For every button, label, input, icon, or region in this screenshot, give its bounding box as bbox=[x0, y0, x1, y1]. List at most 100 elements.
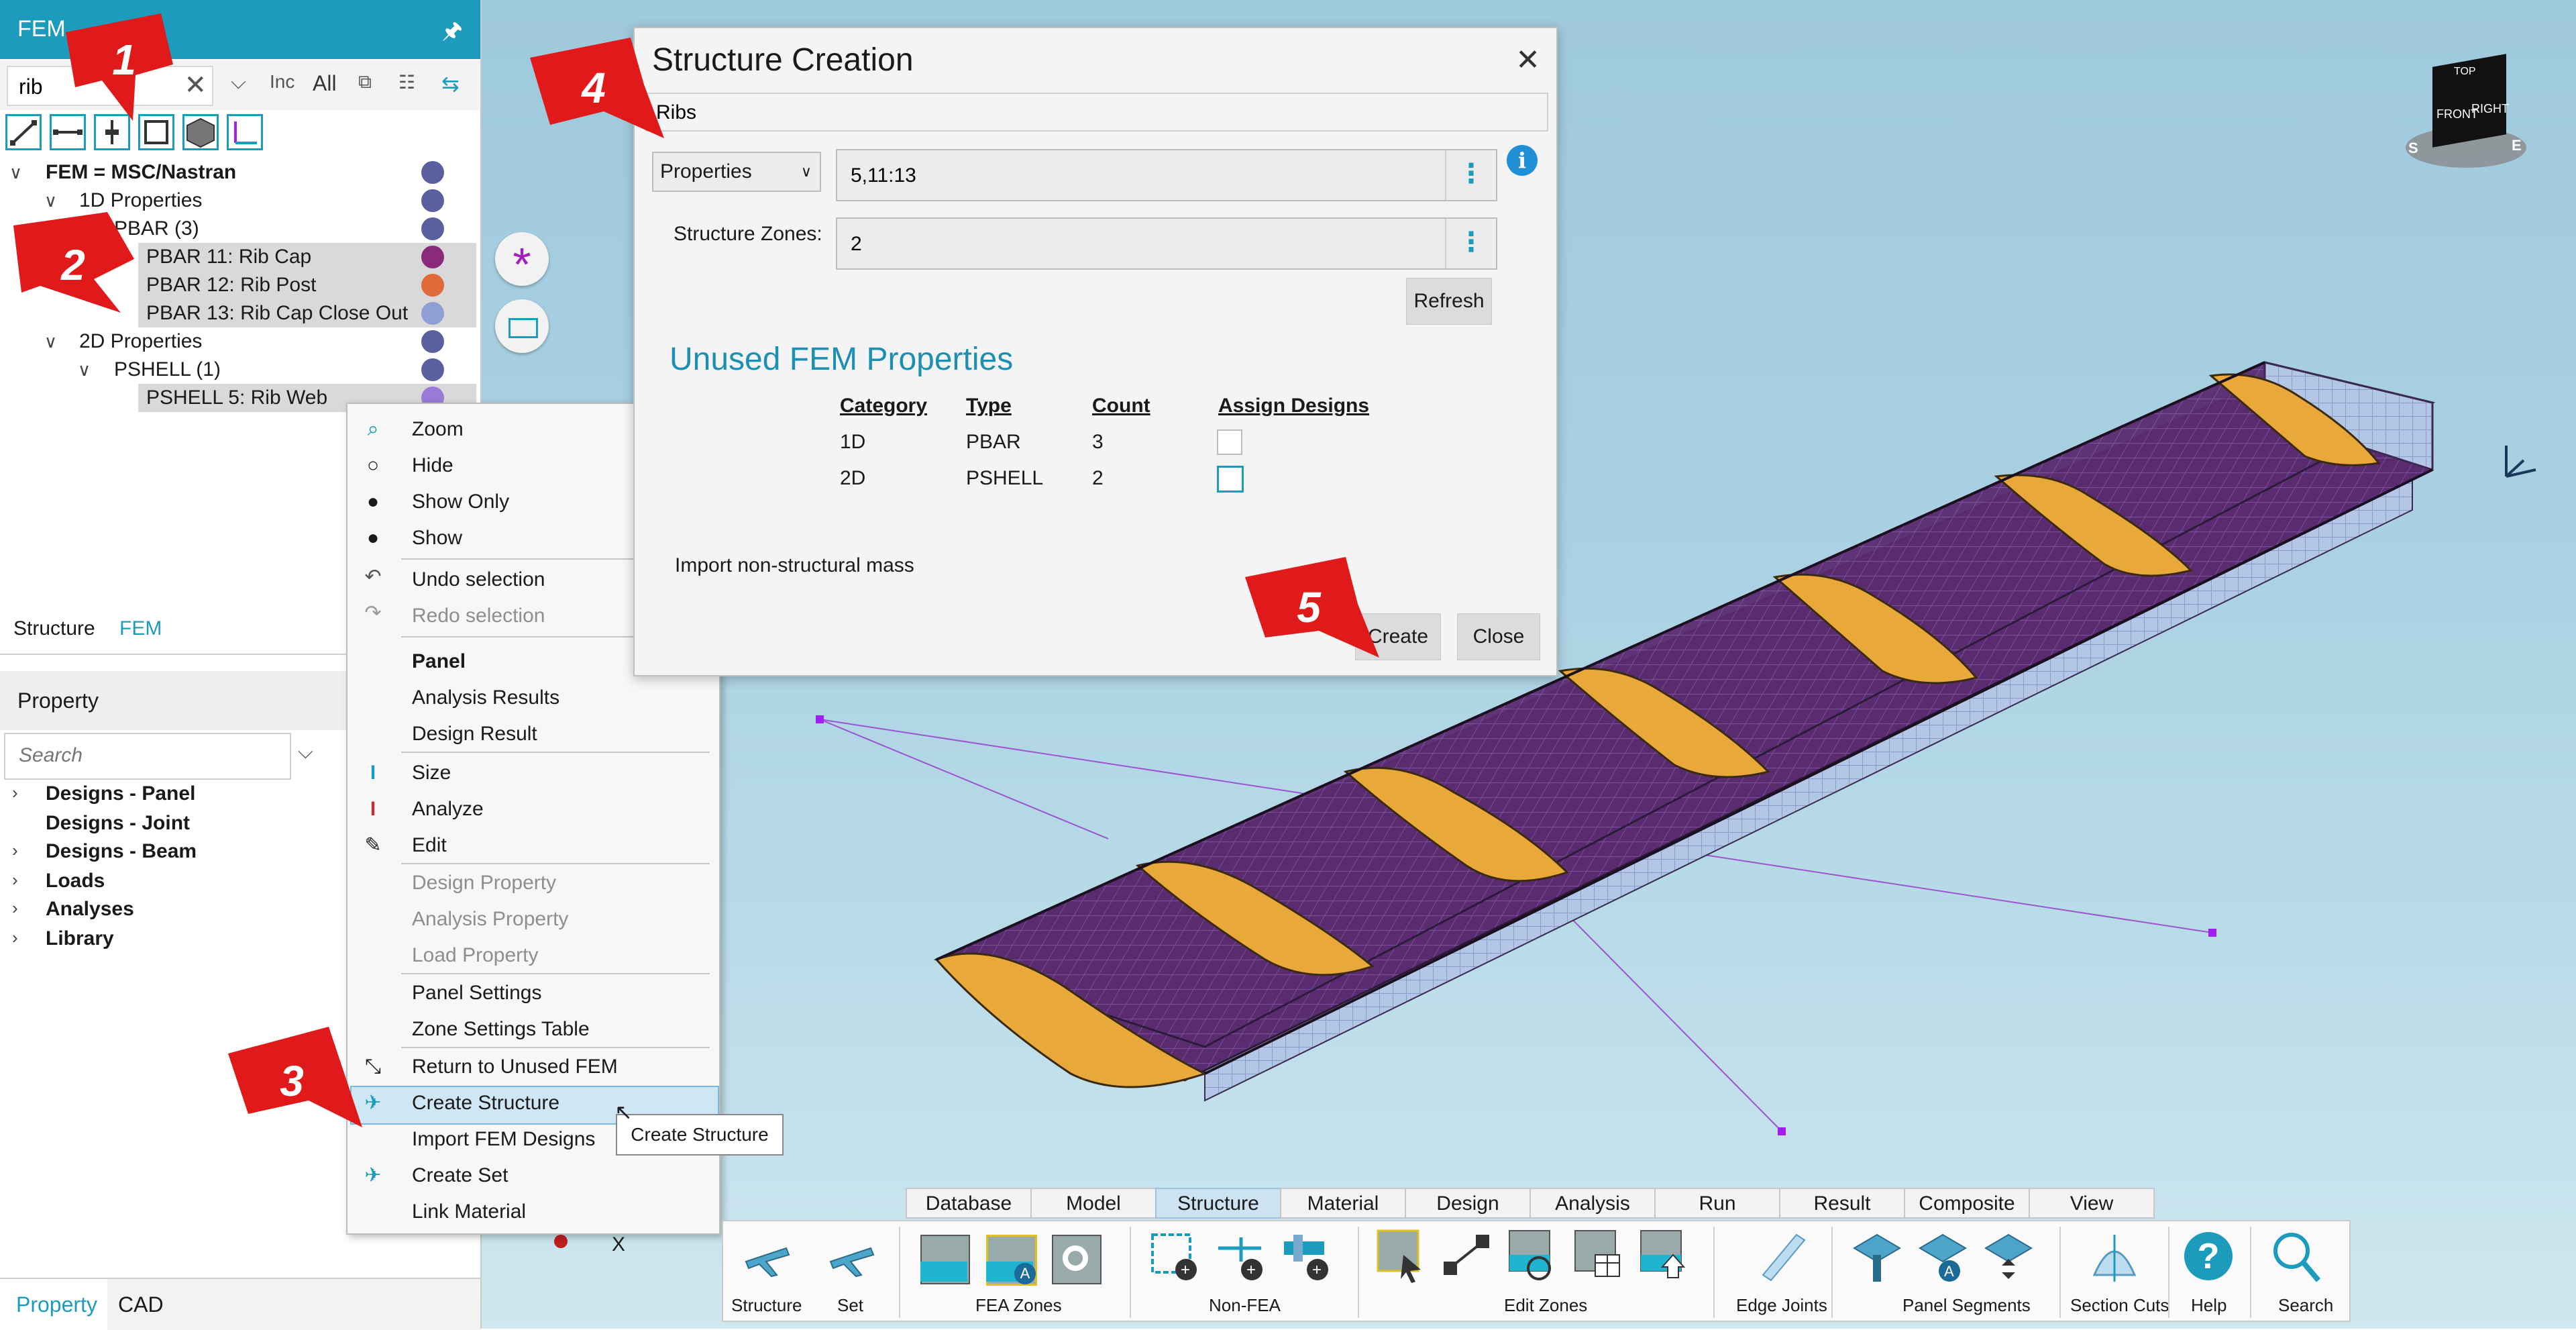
tree-row-pbar-11[interactable]: PBAR 11: Rib Cap bbox=[138, 243, 476, 271]
chevron-right-icon[interactable]: › bbox=[12, 840, 18, 861]
menu-item-zone-settings-table[interactable]: Zone Settings Table bbox=[412, 1013, 590, 1045]
menu-item-create-structure[interactable]: Create Structure bbox=[412, 1087, 559, 1119]
assign-designs-checkbox-2d[interactable] bbox=[1217, 466, 1244, 493]
panel-segment-split-icon[interactable] bbox=[1982, 1228, 2035, 1286]
edge-joints-icon[interactable] bbox=[1756, 1228, 1810, 1286]
tree-analyses[interactable]: Analyses bbox=[46, 898, 134, 921]
menu-item-design-result[interactable]: Design Result bbox=[412, 718, 537, 750]
ribbon-tab-structure[interactable]: Structure bbox=[1155, 1188, 1281, 1219]
asterisk-tool-button[interactable]: * bbox=[495, 232, 549, 291]
close-icon[interactable]: ✕ bbox=[1515, 43, 1540, 77]
panel-segment-auto-icon[interactable]: A bbox=[1916, 1228, 1970, 1286]
tree-row-pbar-12[interactable]: PBAR 12: Rib Post bbox=[138, 271, 476, 299]
search-icon[interactable] bbox=[2269, 1228, 2322, 1286]
set-plane-icon[interactable] bbox=[824, 1228, 877, 1286]
solid-filter-icon[interactable] bbox=[182, 114, 219, 150]
non-fea-box-icon[interactable]: + bbox=[1148, 1228, 1202, 1286]
close-button[interactable]: Close bbox=[1457, 613, 1540, 660]
selection-type-dropdown[interactable]: Properties ∨ bbox=[652, 152, 821, 192]
tab-property[interactable]: Property bbox=[16, 1292, 97, 1317]
refresh-button[interactable]: Refresh bbox=[1406, 278, 1492, 325]
chevron-right-icon[interactable]: › bbox=[12, 927, 18, 948]
menu-item-size[interactable]: Size bbox=[412, 757, 451, 789]
menu-item-zoom[interactable]: Zoom bbox=[412, 413, 464, 446]
zones-menu-icon[interactable]: ⋮ bbox=[1445, 219, 1496, 268]
chevron-right-icon[interactable]: › bbox=[12, 782, 18, 803]
ribbon-tab-material[interactable]: Material bbox=[1280, 1188, 1406, 1219]
edit-zone-split-icon[interactable] bbox=[1440, 1228, 1493, 1286]
menu-item-link-material[interactable]: Link Material bbox=[412, 1196, 526, 1228]
window-tool-button[interactable] bbox=[495, 299, 549, 353]
view-cube[interactable]: TOP FRONT RIGHT S E bbox=[2399, 54, 2533, 174]
inc-button[interactable]: Inc bbox=[270, 71, 294, 93]
help-icon[interactable]: ? bbox=[2182, 1228, 2235, 1286]
tree-library[interactable]: Library bbox=[46, 927, 114, 950]
menu-item-show-only[interactable]: Show Only bbox=[412, 486, 509, 518]
fea-zone-auto-icon[interactable]: A bbox=[983, 1228, 1037, 1286]
tab-fem[interactable]: FEM bbox=[119, 617, 162, 640]
fea-zone-icon[interactable] bbox=[918, 1228, 971, 1286]
structure-name-input[interactable] bbox=[655, 101, 1529, 125]
tree-row-1d-properties[interactable]: ∨ 1D Properties bbox=[0, 187, 480, 215]
ribbon-tab-analysis[interactable]: Analysis bbox=[1529, 1188, 1656, 1219]
tree-designs-beam[interactable]: Designs - Beam bbox=[46, 840, 197, 863]
property-search-dropdown-icon[interactable]: ⌵ bbox=[298, 741, 313, 764]
tree-designs-panel[interactable]: Designs - Panel bbox=[46, 782, 195, 805]
tab-structure[interactable]: Structure bbox=[13, 617, 95, 640]
properties-input[interactable] bbox=[849, 164, 1415, 188]
menu-item-analysis-results[interactable]: Analysis Results bbox=[412, 682, 559, 714]
chevron-right-icon[interactable]: › bbox=[12, 898, 18, 919]
tree-row-fem-root[interactable]: ∨ FEM = MSC/Nastran bbox=[0, 158, 480, 187]
coordinate-filter-icon[interactable] bbox=[227, 114, 263, 150]
tree-row-2d-properties[interactable]: ∨ 2D Properties bbox=[0, 327, 480, 356]
chevron-down-icon[interactable]: ∨ bbox=[78, 356, 91, 384]
non-fea-line-icon[interactable]: + bbox=[1214, 1228, 1268, 1286]
chevron-right-icon[interactable]: › bbox=[12, 870, 18, 890]
sync-icon[interactable]: ⇆ bbox=[441, 71, 460, 97]
beam-filter-icon[interactable] bbox=[5, 114, 42, 150]
property-search-input[interactable] bbox=[17, 744, 275, 768]
menu-item-panel-settings[interactable]: Panel Settings bbox=[412, 977, 541, 1009]
ribbon-tab-database[interactable]: Database bbox=[906, 1188, 1032, 1219]
tab-cad[interactable]: CAD bbox=[118, 1292, 164, 1317]
ribbon-tab-run[interactable]: Run bbox=[1654, 1188, 1780, 1219]
edit-zone-table-icon[interactable] bbox=[1571, 1228, 1625, 1286]
ribbon-tab-design[interactable]: Design bbox=[1405, 1188, 1531, 1219]
menu-item-edit[interactable]: Edit bbox=[412, 829, 447, 862]
tree-row-pbar-13[interactable]: PBAR 13: Rib Cap Close Out bbox=[138, 299, 476, 327]
chevron-down-icon[interactable]: ∨ bbox=[9, 158, 22, 187]
pin-icon[interactable]: 🖈 bbox=[442, 15, 463, 53]
edit-zone-select-icon[interactable] bbox=[1374, 1228, 1428, 1286]
info-icon[interactable]: i bbox=[1507, 145, 1538, 176]
assign-designs-checkbox-1d[interactable] bbox=[1217, 429, 1242, 455]
menu-item-return-to-unused-fem[interactable]: Return to Unused FEM bbox=[412, 1051, 618, 1083]
import-mass-label[interactable]: Import non-structural mass bbox=[675, 554, 914, 577]
menu-item-analyze[interactable]: Analyze bbox=[412, 793, 484, 825]
edit-zone-rotate-icon[interactable] bbox=[1505, 1228, 1559, 1286]
tree-row-pshell[interactable]: ∨ PSHELL (1) bbox=[0, 356, 480, 384]
menu-item-import-fem-designs[interactable]: Import FEM Designs bbox=[412, 1123, 595, 1156]
chevron-down-icon[interactable]: ∨ bbox=[44, 327, 57, 356]
menu-item-hide[interactable]: Hide bbox=[412, 450, 453, 482]
panel-segment-icon[interactable] bbox=[1850, 1228, 1904, 1286]
copy-icon[interactable]: ⧉ bbox=[358, 71, 372, 93]
search-dropdown-icon[interactable]: ⌵ bbox=[231, 71, 246, 94]
properties-menu-icon[interactable]: ⋮ bbox=[1445, 150, 1496, 200]
hierarchy-icon[interactable]: ☷ bbox=[398, 71, 415, 93]
menu-item-undo-selection[interactable]: Undo selection bbox=[412, 564, 545, 596]
ribbon-tab-composite[interactable]: Composite bbox=[1904, 1188, 2030, 1219]
edit-zone-up-icon[interactable] bbox=[1637, 1228, 1690, 1286]
fea-zone-gear-icon[interactable] bbox=[1049, 1228, 1103, 1286]
non-fea-beam-icon[interactable]: + bbox=[1280, 1228, 1334, 1286]
structure-zones-input[interactable] bbox=[849, 232, 1415, 256]
tree-loads[interactable]: Loads bbox=[46, 870, 105, 892]
tree-designs-joint[interactable]: Designs - Joint bbox=[46, 812, 190, 835]
ribbon-tab-view[interactable]: View bbox=[2029, 1188, 2155, 1219]
menu-item-create-set[interactable]: Create Set bbox=[412, 1160, 508, 1192]
all-button[interactable]: All bbox=[313, 71, 337, 96]
menu-item-show[interactable]: Show bbox=[412, 522, 462, 554]
ribbon-tab-model[interactable]: Model bbox=[1030, 1188, 1157, 1219]
chevron-down-icon[interactable]: ∨ bbox=[44, 187, 57, 215]
section-cuts-icon[interactable] bbox=[2088, 1228, 2141, 1286]
structure-plane-icon[interactable] bbox=[739, 1228, 793, 1286]
